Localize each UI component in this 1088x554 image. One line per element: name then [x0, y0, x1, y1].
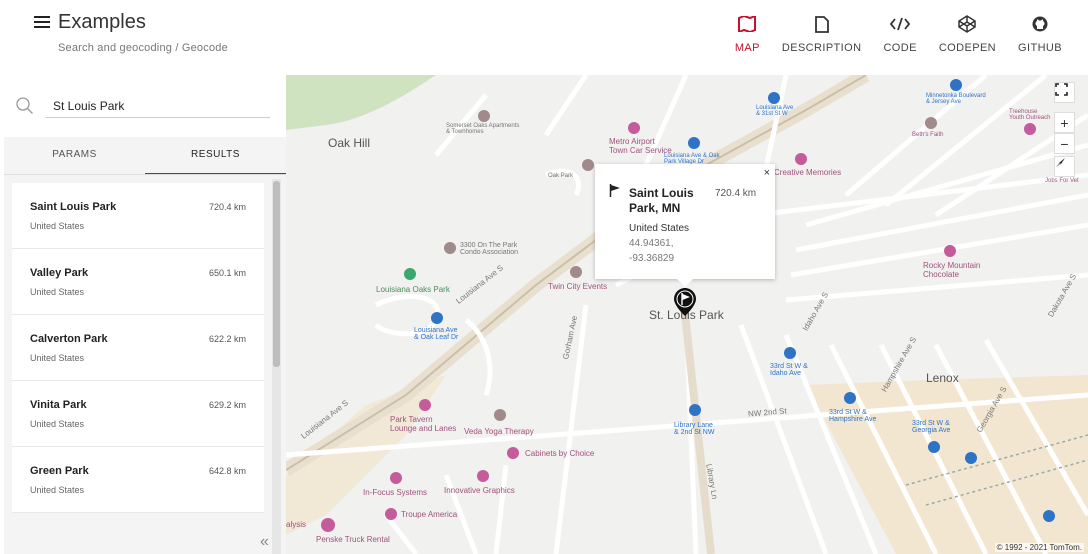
result-country: United States [30, 287, 85, 297]
map-label-oak-park: Oak Park [548, 173, 574, 179]
results-scrollbar[interactable] [272, 179, 281, 554]
map-label-33rd-georgia: 33rd St W & Georgia Ave [912, 420, 951, 434]
map-label-veda-yoga: Veda Yoga Therapy [464, 427, 534, 436]
close-icon[interactable]: × [764, 167, 770, 179]
breadcrumb[interactable]: Search and geocoding / Geocode [58, 42, 228, 54]
nav-code[interactable]: CODE [883, 12, 916, 54]
search-input[interactable] [45, 94, 270, 118]
map-label-jobs-for-vets: Jobs For Vet [1045, 178, 1079, 184]
result-popup: × Saint Louis Park, MN 720.4 km United S… [595, 164, 775, 279]
popup-longitude: -93.36829 [629, 253, 675, 264]
codepen-icon [958, 12, 977, 36]
nav-map-label: MAP [734, 42, 760, 54]
tab-params[interactable]: PARAMS [4, 137, 145, 175]
map-label-treehouse: Treehouse Youth Outreach [1009, 109, 1051, 121]
top-nav: MAP DESCRIPTION CODE CODEPEN GITHUB [713, 12, 1062, 54]
menu-icon[interactable] [34, 16, 50, 30]
result-country: United States [30, 419, 85, 429]
map-label-metro-airport: Metro Airport Town Car Service [609, 137, 672, 155]
popup-tip [677, 279, 693, 287]
map-label-minnetonka: Minnetonka Boulevard & Jersey Ave [926, 93, 986, 105]
results-list: Saint Louis Park United States 720.4 km … [12, 183, 264, 554]
map-label-penske: Penske Truck Rental [316, 535, 390, 544]
list-item[interactable]: Saint Louis Park United States 720.4 km [12, 183, 264, 249]
map-label-library-lane: Library Lane & 2nd St NW [674, 422, 715, 436]
popup-latitude: 44.94361, [629, 238, 674, 249]
result-distance: 629.2 km [208, 400, 246, 410]
result-country: United States [30, 221, 85, 231]
document-icon [814, 12, 829, 36]
tab-bar: PARAMS RESULTS [4, 137, 286, 175]
app-title: Examples [58, 11, 146, 33]
map-label-alysis: alysis [286, 520, 307, 529]
zoom-out-button[interactable]: − [1054, 133, 1075, 154]
map-label-beths-faith: Beth's Faith [912, 132, 944, 138]
map-label-creative-memories: Creative Memories [774, 168, 842, 177]
map-canvas[interactable]: Oak Hill St. Louis Park Lenox Louisiana … [286, 75, 1088, 554]
map-label-louisiana-oak-leaf: Louisiana Ave & Oak Leaf Dr [414, 327, 459, 341]
result-distance: 642.8 km [208, 466, 246, 476]
result-distance: 650.1 km [208, 268, 246, 278]
map-label-park-condo: 3300 On The Park Condo Association [460, 242, 518, 256]
map-label-33rd-idaho: 33rd St W & Idaho Ave [770, 363, 808, 377]
map-label-lenox: Lenox [926, 371, 959, 385]
map-icon [738, 12, 757, 36]
result-country: United States [30, 353, 85, 363]
map-label-somerset-oaks: Somerset Oaks Apartments & Townhomes [446, 123, 520, 135]
map-copyright: © 1992 - 2021 TomTom. [994, 543, 1084, 552]
nav-github[interactable]: GITHUB [1018, 12, 1062, 54]
collapse-panel-button[interactable]: « [260, 533, 269, 551]
nav-code-label: CODE [883, 42, 917, 54]
nav-description-label: DESCRIPTION [781, 42, 862, 54]
result-name: Vinita Park [30, 399, 87, 411]
map-label-innovative-graphics: Innovative Graphics [444, 486, 515, 495]
scrollbar-thumb[interactable] [273, 181, 280, 367]
popup-place-name: Saint Louis Park, MN [629, 186, 694, 215]
tab-results[interactable]: RESULTS [145, 137, 286, 175]
result-name: Saint Louis Park [30, 201, 117, 213]
side-panel: PARAMS RESULTS Saint Louis Park United S… [4, 75, 286, 554]
compass-icon[interactable] [1054, 156, 1075, 177]
map-label-park-tavern: Park Tavern Lounge and Lanes [390, 415, 457, 433]
tab-divider [4, 174, 286, 175]
list-item[interactable]: Vinita Park United States 629.2 km [12, 381, 264, 447]
popup-country: United States [629, 223, 690, 234]
app-header: Examples Search and geocoding / Geocode … [0, 0, 1088, 75]
result-name: Valley Park [30, 267, 89, 279]
map-label-33rd-hampshire: 33rd St W & Hampshire Ave [829, 409, 877, 423]
map-label-in-focus: In-Focus Systems [363, 488, 428, 497]
github-icon [1032, 12, 1048, 36]
result-distance: 622.2 km [208, 334, 246, 344]
map-label-louisiana-oaks-park: Louisiana Oaks Park [376, 285, 450, 294]
nav-codepen-label: CODEPEN [938, 42, 997, 54]
map-label-oak-hill: Oak Hill [328, 136, 371, 150]
result-name: Calverton Park [30, 333, 108, 345]
nav-github-label: GITHUB [1018, 42, 1062, 54]
result-name: Green Park [30, 465, 89, 477]
list-item[interactable]: Green Park United States 642.8 km [12, 447, 264, 513]
list-item[interactable]: Valley Park United States 650.1 km [12, 249, 264, 315]
fullscreen-icon[interactable] [1054, 82, 1075, 103]
map-label-rocky-mountain: Rocky Mountain Chocolate [923, 261, 981, 279]
code-icon [890, 12, 911, 36]
zoom-in-button[interactable]: + [1054, 112, 1075, 133]
map-label-louisiana-31st: Louisiana Ave & 31st St W [756, 105, 794, 117]
nav-map[interactable]: MAP [735, 12, 760, 54]
search-bar [4, 75, 286, 137]
nav-codepen[interactable]: CODEPEN [939, 12, 996, 54]
result-distance: 720.4 km [208, 202, 246, 212]
map-label-troupe-america: Troupe America [401, 510, 458, 519]
nav-description[interactable]: DESCRIPTION [782, 12, 862, 54]
map-label-twin-city-events: Twin City Events [548, 282, 608, 291]
map-label-cabinets: Cabinets by Choice [525, 449, 595, 458]
list-item[interactable]: Calverton Park United States 622.2 km [12, 315, 264, 381]
result-country: United States [30, 485, 85, 495]
popup-distance: 720.4 km [715, 188, 757, 199]
search-icon [16, 97, 34, 120]
